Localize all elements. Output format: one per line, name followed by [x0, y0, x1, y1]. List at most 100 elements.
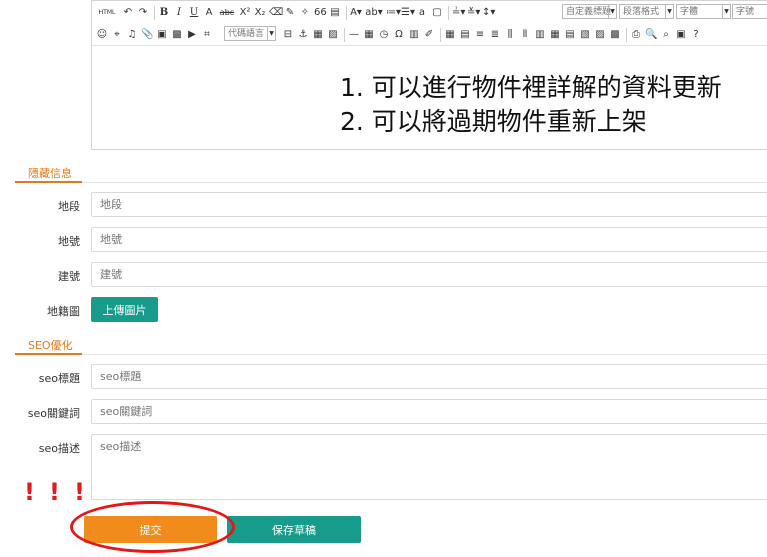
font-color-icon[interactable]: A▾	[350, 5, 362, 21]
split-rows-icon[interactable]: ▨	[594, 27, 606, 43]
blockquote-icon[interactable]: 66	[314, 5, 327, 21]
chevron-down-icon: ▼	[267, 27, 275, 40]
insert-table-icon[interactable]: ▦	[444, 27, 456, 43]
attachment-icon[interactable]: 📎	[141, 27, 153, 43]
paragraph-format-select[interactable]: 段落格式 ▼	[619, 4, 674, 19]
merge-cells-icon[interactable]: ▥	[534, 27, 546, 43]
redo-icon[interactable]: ↷	[137, 5, 149, 21]
insert-code-icon[interactable]: ⌗	[201, 27, 213, 43]
toolbar-separator	[440, 28, 441, 42]
eraser-icon[interactable]: ⌫	[269, 5, 283, 21]
unordered-list-icon[interactable]: ☰▾	[401, 5, 415, 21]
paragraph-format-select-value: 段落格式	[623, 7, 660, 17]
wordimage-icon[interactable]: ▥	[408, 27, 420, 43]
delete-table-icon[interactable]: ▤	[459, 27, 471, 43]
section-underline	[15, 353, 82, 355]
save-draft-button[interactable]: 保存草稿	[227, 516, 361, 543]
preview-icon[interactable]: 🔍	[645, 27, 657, 43]
print-icon[interactable]: ⎙	[630, 27, 642, 43]
help-icon[interactable]: ?	[690, 27, 702, 43]
land-number-label: 地號	[58, 235, 80, 248]
underline-icon[interactable]: U	[188, 5, 200, 21]
special-char-icon[interactable]: Ω	[393, 27, 405, 43]
bold-icon[interactable]: B	[158, 5, 170, 21]
merge-right-icon[interactable]: ▦	[549, 27, 561, 43]
format-brush-icon[interactable]: ✎	[284, 5, 296, 21]
horizontal-rule-icon[interactable]: —	[348, 27, 360, 43]
section-title-seo: SEO優化	[28, 339, 73, 352]
split-cols-icon[interactable]: ▩	[609, 27, 621, 43]
background-icon[interactable]: ▨	[327, 27, 339, 43]
multi-image-icon[interactable]: ▩	[171, 27, 183, 43]
seo-keywords-input[interactable]	[91, 399, 767, 424]
paste-plain-icon[interactable]: ▤	[329, 5, 341, 21]
anchor-icon[interactable]: ⚓	[297, 27, 309, 43]
merge-down-icon[interactable]: ▤	[564, 27, 576, 43]
superscript-icon[interactable]: X²	[239, 5, 251, 21]
toolbar-separator	[344, 28, 345, 42]
building-number-label: 建號	[58, 270, 80, 283]
submit-button[interactable]: 提交	[84, 516, 217, 543]
row-spacing-bottom-icon[interactable]: ≚▾	[467, 5, 480, 21]
split-cells-icon[interactable]: ▧	[579, 27, 591, 43]
scrawl-icon[interactable]: ✐	[423, 27, 435, 43]
page-break-icon[interactable]: ⊟	[282, 27, 294, 43]
template-icon[interactable]: ▦	[312, 27, 324, 43]
undo-icon[interactable]: ↶	[122, 5, 134, 21]
highlight-icon[interactable]: ab▾	[365, 5, 383, 21]
seo-title-label: seo標題	[38, 372, 80, 385]
line-height-icon[interactable]: ↕▾	[482, 5, 495, 21]
custom-title-select-value: 自定義標題	[566, 7, 612, 17]
cadastral-map-label: 地籍圖	[47, 305, 80, 318]
subscript-icon[interactable]: X₂	[254, 5, 266, 21]
toolbar-separator	[346, 6, 347, 20]
section-title-hidden-info: 隱藏信息	[28, 167, 72, 180]
font-border-icon[interactable]: A	[203, 5, 215, 21]
html-source-icon[interactable]: HTML	[95, 5, 119, 21]
font-size-select-value: 字號	[736, 7, 755, 17]
building-number-input[interactable]	[91, 262, 767, 287]
code-language-select[interactable]: 代碼語言 ▼	[224, 26, 276, 41]
custom-title-select[interactable]: 自定義標題 ▼	[562, 4, 617, 19]
editor-content-area[interactable]: 1. 可以進行物件裡詳解的資料更新 2. 可以將過期物件重新上架	[92, 46, 767, 149]
toolbar-row-2: 代碼語言 ▼ ☺ ⌖ ♫ 📎 ▣ ▩ ▶ ⌗ ⊟ ⚓ ▦ ▨ — ▦ ◷ Ω ▥ ✐ ▦ ▤ ≡ ≣ ⫼ ⫴ ▥ ▦ ▤ ▧ ▨ ▩ ⎙ 🔍 ⌕…	[92, 23, 767, 45]
upload-image-button[interactable]: 上傳圖片	[91, 297, 158, 322]
insert-row-icon[interactable]: ≡	[474, 27, 486, 43]
chevron-down-icon: ▼	[665, 5, 673, 18]
italic-icon[interactable]: I	[173, 5, 185, 21]
seo-keywords-label: seo關鍵詞	[27, 407, 80, 420]
chevron-down-icon: ▼	[608, 5, 616, 18]
map-icon[interactable]: ⌖	[111, 27, 123, 43]
video-icon[interactable]: ▶	[186, 27, 198, 43]
drafts-icon[interactable]: ▣	[675, 27, 687, 43]
font-size-select[interactable]: 字號 ▼	[732, 4, 767, 19]
rich-text-editor[interactable]: 自定義標題 ▼ 段落格式 ▼ 字體 ▼ 字號 ▼ HTML↶↷ BIUAabcX²…	[91, 0, 767, 150]
image-icon[interactable]: ▣	[156, 27, 168, 43]
land-number-input[interactable]	[91, 227, 767, 252]
font-family-select[interactable]: 字體 ▼	[676, 4, 731, 19]
seo-description-label: seo描述	[38, 442, 80, 455]
auto-format-icon[interactable]: ✧	[299, 5, 311, 21]
strikethrough-icon[interactable]: abc	[218, 5, 236, 21]
ordered-list-icon[interactable]: ≔▾	[386, 5, 401, 21]
insert-col-icon[interactable]: ⫼	[504, 27, 516, 43]
clear-doc-icon[interactable]: ▢	[431, 5, 443, 21]
editor-content-line-2: 2. 可以將過期物件重新上架	[340, 107, 647, 136]
toolbar-row-1: 自定義標題 ▼ 段落格式 ▼ 字體 ▼ 字號 ▼ HTML↶↷ BIUAabcX²…	[92, 1, 767, 23]
seo-title-input[interactable]	[91, 364, 767, 389]
font-family-select-value: 字體	[680, 7, 699, 17]
row-spacing-top-icon[interactable]: ≟▾	[452, 5, 465, 21]
time-icon[interactable]: ◷	[378, 27, 390, 43]
chevron-down-icon: ▼	[722, 5, 730, 18]
toolbar-separator	[154, 6, 155, 20]
editor-toolbar: 自定義標題 ▼ 段落格式 ▼ 字體 ▼ 字號 ▼ HTML↶↷ BIUAabcX²…	[92, 1, 767, 46]
delete-col-icon[interactable]: ⫴	[519, 27, 531, 43]
music-icon[interactable]: ♫	[126, 27, 138, 43]
land-section-input[interactable]	[91, 192, 767, 217]
emotion-icon[interactable]: ☺	[96, 27, 108, 43]
delete-row-icon[interactable]: ≣	[489, 27, 501, 43]
date-icon[interactable]: ▦	[363, 27, 375, 43]
select-all-icon[interactable]: a	[416, 5, 428, 21]
search-replace-icon[interactable]: ⌕	[660, 27, 672, 43]
seo-description-textarea[interactable]	[91, 434, 767, 500]
